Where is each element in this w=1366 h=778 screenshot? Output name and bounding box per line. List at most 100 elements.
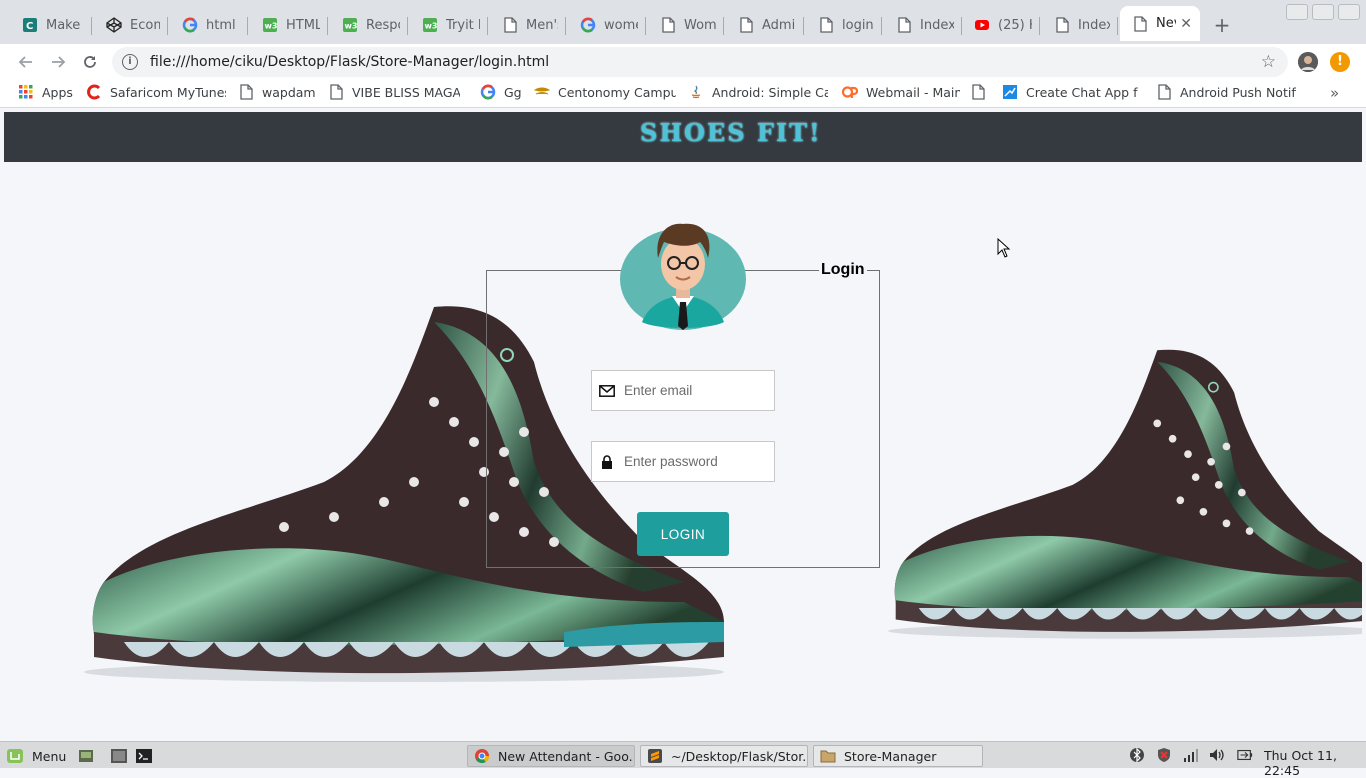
svg-text:C: C	[26, 21, 33, 32]
browser-tab[interactable]: Index	[884, 9, 962, 41]
start-menu-button[interactable]: Menu	[6, 745, 66, 767]
system-clock[interactable]: Thu Oct 11, 22:45	[1264, 748, 1366, 778]
tab-title: womer	[604, 17, 638, 33]
bookmark-item[interactable]: Centonomy Campus	[534, 84, 676, 100]
browser-tab[interactable]: Men's	[490, 9, 566, 41]
email-field[interactable]	[591, 370, 775, 411]
terminal-window-icon	[111, 749, 127, 763]
browser-toolbar: i file:///home/ciku/Desktop/Flask/Store-…	[0, 44, 1366, 79]
java-icon	[688, 84, 704, 100]
tab-title: html w	[206, 17, 240, 33]
browser-tab[interactable]: Nev✕	[1120, 6, 1200, 41]
page-icon	[238, 84, 254, 100]
taskbar-window-button[interactable]: ~/Desktop/Flask/Stor...	[640, 745, 808, 767]
minimize-button[interactable]	[1286, 4, 1308, 20]
reload-button[interactable]	[78, 50, 102, 74]
tab-title: Men's	[526, 17, 558, 33]
bookmarks-overflow-button[interactable]: »	[1330, 84, 1339, 102]
browser-tab[interactable]: Ecomm	[94, 9, 168, 41]
safaricom-icon	[86, 84, 102, 100]
browser-tab[interactable]: Index	[1042, 9, 1118, 41]
envelope-icon	[592, 384, 622, 397]
address-bar[interactable]: i file:///home/ciku/Desktop/Flask/Store-…	[112, 47, 1288, 77]
browser-tab[interactable]: w3 HTML l	[250, 9, 328, 41]
browser-tab[interactable]: C Make t	[10, 9, 92, 41]
browser-tab[interactable]: Womer	[648, 9, 724, 41]
url-text[interactable]: file:///home/ciku/Desktop/Flask/Store-Ma…	[150, 54, 549, 70]
bookmark-label: Centonomy Campus	[558, 84, 676, 100]
browser-tab[interactable]: womer	[568, 9, 646, 41]
centonomy-icon	[534, 84, 550, 100]
mint-logo-icon	[7, 749, 23, 763]
tab-title: Tryit E	[446, 17, 480, 33]
bookmark-item[interactable]: Safaricom MyTunes	[86, 84, 226, 100]
info-icon[interactable]: i	[122, 54, 138, 70]
battery-icon[interactable]	[1237, 747, 1253, 763]
page-icon	[896, 17, 912, 33]
reload-icon	[84, 56, 96, 68]
tab-title: login	[842, 17, 874, 33]
back-arrow-icon	[18, 56, 32, 68]
tab-title: (25) Hi	[998, 17, 1032, 33]
site-logo[interactable]: SHOES FIT!	[640, 118, 822, 147]
svg-text:w3: w3	[265, 22, 278, 31]
back-button[interactable]	[14, 50, 38, 74]
bookmark-label: Android Push Notific	[1180, 84, 1296, 100]
bookmark-item[interactable]: Apps	[18, 84, 73, 100]
update-alert-icon[interactable]: !	[1330, 52, 1350, 72]
page-icon	[970, 84, 986, 100]
tab-title: Ecomm	[130, 17, 160, 33]
browser-tab[interactable]: html w	[170, 9, 248, 41]
profile-avatar[interactable]	[1298, 52, 1318, 72]
browser-tab[interactable]: w3 Respor	[330, 9, 408, 41]
bookmark-item[interactable]: Android: Simple Cal	[688, 84, 828, 100]
terminal-launcher[interactable]	[135, 745, 153, 767]
site-header: SHOES FIT!	[4, 112, 1362, 162]
sublime-icon	[647, 748, 663, 764]
tab-title: Make t	[46, 17, 84, 33]
bookmark-item[interactable]: VIBE BLISS MAGAZI	[328, 84, 460, 100]
browser-tab[interactable]: w3 Tryit E	[410, 9, 488, 41]
taskbar-window-button[interactable]: Store-Manager	[813, 745, 983, 767]
user-avatar	[620, 223, 746, 330]
file-manager-launcher[interactable]	[110, 745, 128, 767]
maximize-button[interactable]	[1312, 4, 1334, 20]
desktop-icon	[79, 750, 93, 762]
browser-tab[interactable]: Admin	[726, 9, 804, 41]
forward-button[interactable]	[46, 50, 70, 74]
taskbar-window-label: ~/Desktop/Flask/Stor...	[671, 748, 808, 764]
browser-tab[interactable]: login	[806, 9, 882, 41]
email-input[interactable]	[624, 383, 764, 398]
close-tab-icon[interactable]: ✕	[1176, 16, 1192, 32]
folder-icon	[820, 748, 836, 764]
bookmark-item[interactable]: wapdam	[238, 84, 316, 100]
bookmark-label: Gg	[504, 84, 522, 100]
tab-title: Admin	[762, 17, 796, 33]
new-tab-button[interactable]: +	[1210, 14, 1234, 36]
bookmarks-bar: Apps Safaricom MyTunes wapdam VIBE BLISS MA…	[0, 79, 1366, 108]
chrome-icon	[474, 748, 490, 764]
bookmark-item[interactable]: Android Push Notific	[1156, 84, 1296, 100]
svg-text:w3: w3	[425, 22, 438, 31]
page-icon	[818, 17, 834, 33]
volume-icon[interactable]	[1209, 747, 1225, 763]
show-desktop-button[interactable]	[78, 745, 94, 767]
close-window-button[interactable]	[1338, 4, 1360, 20]
taskbar-window-button[interactable]: New Attendant - Goo...	[467, 745, 635, 767]
password-input[interactable]	[624, 454, 764, 469]
chat-app-icon	[1002, 84, 1018, 100]
page-icon	[1156, 84, 1172, 100]
password-field[interactable]	[591, 441, 775, 482]
browser-tab[interactable]: (25) Hi	[962, 9, 1040, 41]
bookmark-item[interactable]: Create Chat App for	[1002, 84, 1138, 100]
bluetooth-icon[interactable]	[1129, 747, 1145, 763]
signal-icon[interactable]	[1183, 747, 1199, 763]
tab-strip: + C Make t Ecomm html w w3 HTML l w3 Respor w3 Tr…	[0, 0, 1366, 44]
login-button[interactable]: LOGIN	[637, 512, 729, 556]
bookmark-item[interactable]	[970, 84, 992, 100]
bookmark-star-icon[interactable]: ☆	[1261, 52, 1276, 72]
lock-icon	[592, 454, 622, 469]
bookmark-item[interactable]: Gg	[480, 84, 522, 100]
shield-alert-icon[interactable]	[1156, 747, 1172, 763]
bookmark-item[interactable]: Webmail - Main	[842, 84, 960, 100]
